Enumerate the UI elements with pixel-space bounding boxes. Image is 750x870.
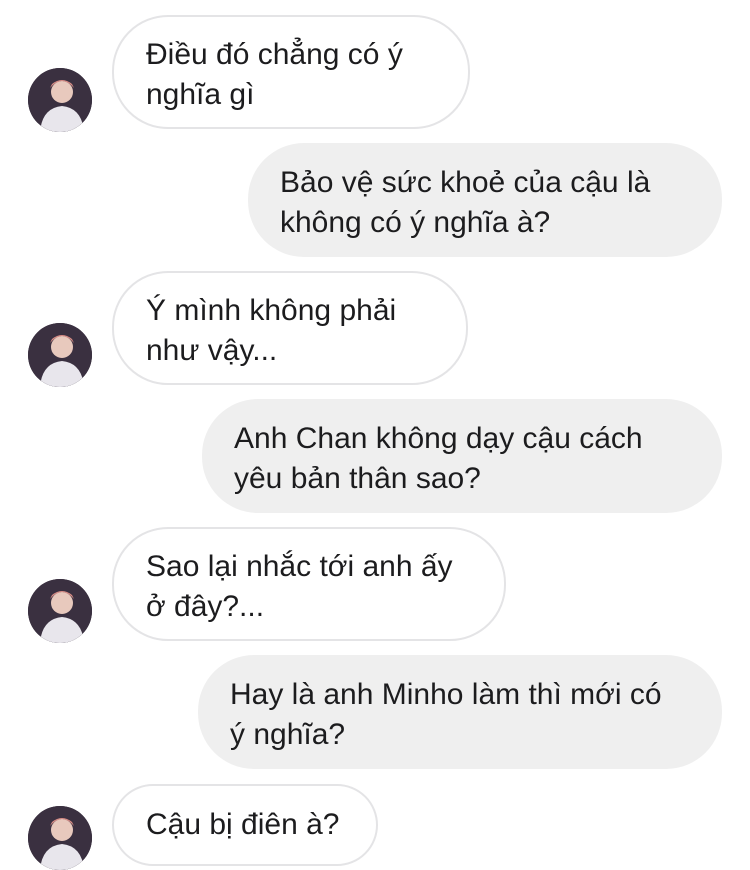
incoming-message-bubble[interactable]: Điều đó chẳng có ý nghĩa gì <box>112 15 470 129</box>
incoming-message-bubble[interactable]: Ý mình không phải như vậy... <box>112 271 468 385</box>
avatar-photo-icon <box>28 806 92 870</box>
contact-avatar[interactable] <box>28 579 92 643</box>
chat-thread: Điều đó chẳng có ý nghĩa gì Bảo vệ sức k… <box>0 0 750 870</box>
avatar-photo-icon <box>28 579 92 643</box>
contact-avatar[interactable] <box>28 323 92 387</box>
avatar-photo-icon <box>28 68 92 132</box>
contact-avatar[interactable] <box>28 68 92 132</box>
incoming-message-bubble[interactable]: Cậu bị điên à? <box>112 784 378 866</box>
contact-avatar[interactable] <box>28 806 92 870</box>
incoming-message-bubble[interactable]: Sao lại nhắc tới anh ấy ở đây?... <box>112 527 506 641</box>
outgoing-message-bubble[interactable]: Bảo vệ sức khoẻ của cậu là không có ý ng… <box>248 143 722 257</box>
avatar-photo-icon <box>28 323 92 387</box>
outgoing-message-bubble[interactable]: Anh Chan không dạy cậu cách yêu bản thân… <box>202 399 722 513</box>
outgoing-message-bubble[interactable]: Hay là anh Minho làm thì mới có ý nghĩa? <box>198 655 722 769</box>
